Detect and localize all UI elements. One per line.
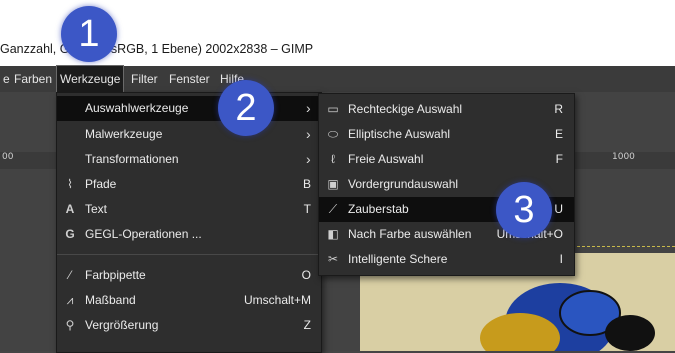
menu-item-label: Rechteckige Auswahl: [348, 102, 463, 116]
tools-menu: Auswahlwerkzeuge › Malwerkzeuge › Transf…: [56, 92, 322, 353]
menu-item-shortcut: Z: [303, 318, 311, 332]
menu-item-label: Vergrößerung: [85, 318, 159, 332]
menu-filter[interactable]: Filter: [131, 66, 158, 92]
menu-item-shortcut: Umschalt+M: [243, 293, 311, 307]
callout-badge-1: 1: [61, 6, 117, 62]
menu-item-label: Freie Auswahl: [348, 152, 424, 166]
menu-item-shortcut: B: [302, 177, 311, 191]
callout-badge-2: 2: [218, 80, 274, 136]
menu-item-label: Farbpipette: [85, 268, 146, 282]
ellipse-select-icon: ⬭: [327, 127, 339, 141]
menu-item-shortcut: F: [555, 152, 563, 166]
menu-item-label: Text: [85, 202, 108, 216]
menu-item-label: Vordergrundauswahl: [348, 177, 459, 191]
menu-item-label: Pfade: [85, 177, 117, 191]
window-title: Ganzzahl, GIMP … sRGB, 1 Ebene) 2002x283…: [0, 42, 314, 56]
color-picker-icon: ⁄: [68, 268, 71, 282]
menu-item-shortcut: E: [554, 127, 563, 141]
menu-item-shortcut: I: [559, 252, 563, 266]
submenu-arrow-icon: ›: [306, 126, 311, 142]
selection-item-schere[interactable]: ✂ Intelligente Schere I: [319, 247, 574, 272]
zoom-icon: ⚲: [65, 318, 75, 332]
selection-item-rechteckig[interactable]: ▭ Rechteckige Auswahl R: [319, 97, 574, 122]
tools-item-text[interactable]: A Text T: [57, 197, 321, 222]
magic-wand-icon: ⟋: [328, 202, 338, 216]
gegl-icon: G: [65, 227, 75, 241]
menu-farben[interactable]: Farben: [14, 66, 52, 92]
menu-item-shortcut: T: [303, 202, 311, 216]
submenu-arrow-icon: ›: [306, 100, 311, 116]
selection-item-frei[interactable]: ℓ Freie Auswahl F: [319, 147, 574, 172]
menu-item-shortcut: U: [554, 202, 563, 216]
tools-item-transformationen[interactable]: Transformationen ›: [57, 147, 321, 172]
selection-item-elliptisch[interactable]: ⬭ Elliptische Auswahl E: [319, 122, 574, 147]
foreground-select-icon: ▣: [327, 177, 339, 191]
menu-item-label: Elliptische Auswahl: [348, 127, 451, 141]
text-icon: A: [65, 202, 75, 216]
menu-item-label: Nach Farbe auswählen: [348, 227, 472, 241]
paths-icon: ⌇: [67, 177, 73, 191]
tools-item-auswahlwerkzeuge[interactable]: Auswahlwerkzeuge ›: [57, 96, 321, 121]
menu-item-label: Malwerkzeuge: [85, 127, 163, 141]
menu-separator: [57, 254, 321, 255]
menu-werkzeuge[interactable]: Werkzeuge: [55, 65, 125, 93]
tools-item-pfade[interactable]: ⌇ Pfade B: [57, 172, 321, 197]
menu-fenster[interactable]: Fenster: [169, 66, 210, 92]
menu-item-label: Transformationen: [85, 152, 179, 166]
measure-icon: ⩘: [66, 293, 74, 307]
lasso-icon: ℓ: [331, 152, 335, 166]
ruler-tick-label: 00: [2, 152, 14, 162]
tools-item-vergroesserung[interactable]: ⚲ Vergrößerung Z: [57, 313, 321, 338]
menu-image-partial[interactable]: e: [3, 66, 10, 92]
select-by-color-icon: ◧: [327, 227, 339, 241]
menu-item-label: Intelligente Schere: [348, 252, 448, 266]
menu-item-shortcut: O: [301, 268, 311, 282]
ruler-tick-label: 1000: [612, 152, 635, 162]
rect-select-icon: ▭: [327, 102, 339, 116]
tools-item-farbpipette[interactable]: ⁄ Farbpipette O: [57, 263, 321, 288]
tools-item-massband[interactable]: ⩘ Maßband Umschalt+M: [57, 288, 321, 313]
menu-item-label: Maßband: [85, 293, 136, 307]
callout-badge-3: 3: [496, 182, 552, 238]
menubar: e Farben Werkzeuge Filter Fenster Hilfe: [0, 65, 675, 93]
menu-item-label: GEGL-Operationen ...: [85, 227, 202, 241]
menu-item-label: Zauberstab: [348, 202, 409, 216]
tools-item-gegl[interactable]: G GEGL-Operationen ...: [57, 222, 321, 247]
submenu-arrow-icon: ›: [306, 151, 311, 167]
menu-item-label: Auswahlwerkzeuge: [85, 101, 189, 115]
menu-item-shortcut: R: [554, 102, 563, 116]
tools-item-malwerkzeuge[interactable]: Malwerkzeuge ›: [57, 122, 321, 147]
scissors-icon: ✂: [327, 252, 339, 266]
